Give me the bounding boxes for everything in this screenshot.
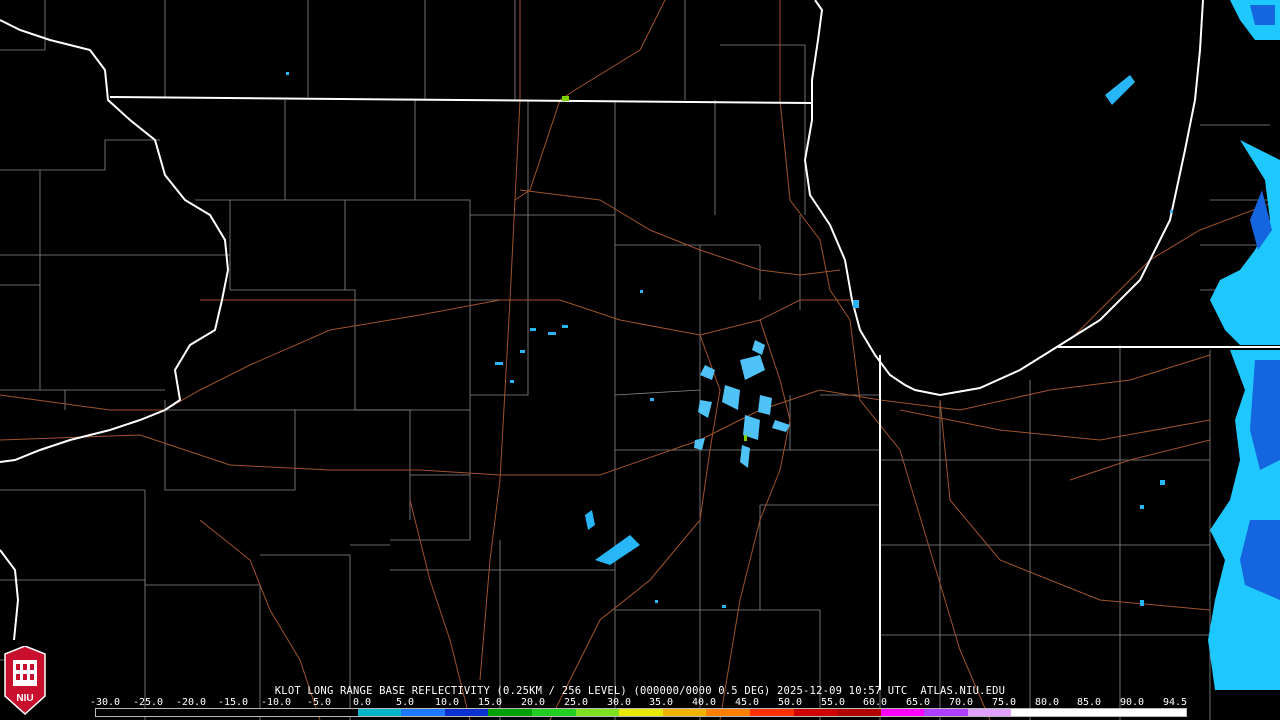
scale-swatch bbox=[880, 709, 925, 716]
scale-label: -25.0 bbox=[132, 697, 164, 708]
scale-label: 90.0 bbox=[1119, 697, 1145, 708]
scale-swatch bbox=[793, 709, 838, 716]
scale-label: 15.0 bbox=[477, 697, 503, 708]
scale-swatch bbox=[1011, 709, 1056, 716]
scale-swatch bbox=[96, 709, 140, 716]
county-boundaries bbox=[0, 0, 1280, 720]
scale-label: 80.0 bbox=[1034, 697, 1060, 708]
scale-swatch bbox=[662, 709, 707, 716]
echo-green-spot bbox=[744, 435, 747, 441]
highway-network bbox=[0, 0, 1280, 720]
scale-label: -15.0 bbox=[217, 697, 249, 708]
scale-label: 45.0 bbox=[734, 697, 760, 708]
scale-swatch bbox=[270, 709, 314, 716]
scale-swatch bbox=[226, 709, 271, 716]
scale-label: 94.5 bbox=[1162, 697, 1188, 708]
niu-logo: NIU bbox=[4, 646, 46, 716]
scale-swatch bbox=[619, 709, 663, 716]
scale-label: 5.0 bbox=[395, 697, 415, 708]
scale-swatch bbox=[488, 709, 532, 716]
reflectivity-scale-bar bbox=[95, 708, 1187, 717]
scale-label: 25.0 bbox=[563, 697, 589, 708]
scale-label: 60.0 bbox=[862, 697, 888, 708]
state-boundaries bbox=[0, 0, 1280, 690]
echo-yellow-green bbox=[562, 96, 569, 101]
scale-swatch bbox=[357, 709, 402, 716]
scale-label: 0.0 bbox=[352, 697, 372, 708]
scale-swatch bbox=[1142, 709, 1186, 716]
echo-scattered bbox=[286, 72, 1173, 608]
logo-text: NIU bbox=[16, 693, 33, 704]
scale-swatch bbox=[575, 709, 620, 716]
scale-label: 75.0 bbox=[991, 697, 1017, 708]
scale-swatch bbox=[967, 709, 1012, 716]
scale-label: 65.0 bbox=[905, 697, 931, 708]
scale-label: -5.0 bbox=[306, 697, 332, 708]
scale-swatch bbox=[837, 709, 881, 716]
scale-label: 55.0 bbox=[820, 697, 846, 708]
radar-map bbox=[0, 0, 1280, 720]
scale-swatch bbox=[749, 709, 794, 716]
scale-swatch bbox=[706, 709, 750, 716]
scale-label: -10.0 bbox=[260, 697, 292, 708]
scale-swatch bbox=[1098, 709, 1143, 716]
scale-label: 20.0 bbox=[520, 697, 546, 708]
scale-swatch bbox=[924, 709, 968, 716]
product-caption: KLOT LONG RANGE BASE REFLECTIVITY (0.25K… bbox=[274, 685, 1006, 697]
scale-swatch bbox=[1055, 709, 1099, 716]
scale-label: -30.0 bbox=[89, 697, 121, 708]
scale-label: 10.0 bbox=[434, 697, 460, 708]
scale-label: 35.0 bbox=[648, 697, 674, 708]
scale-swatch bbox=[183, 709, 227, 716]
scale-label: 50.0 bbox=[777, 697, 803, 708]
scale-label: 70.0 bbox=[948, 697, 974, 708]
scale-swatch bbox=[313, 709, 358, 716]
scale-swatch bbox=[444, 709, 489, 716]
scale-label: 85.0 bbox=[1076, 697, 1102, 708]
scale-swatch bbox=[401, 709, 445, 716]
scale-label: -20.0 bbox=[175, 697, 207, 708]
scale-swatch bbox=[531, 709, 576, 716]
scale-swatch bbox=[139, 709, 184, 716]
scale-label: 30.0 bbox=[606, 697, 632, 708]
reflectivity-scale-labels: -30.0 -25.0 -20.0 -15.0 -10.0 -5.0 0.0 5.0 10.0 1… bbox=[90, 697, 1195, 708]
scale-label: 40.0 bbox=[691, 697, 717, 708]
